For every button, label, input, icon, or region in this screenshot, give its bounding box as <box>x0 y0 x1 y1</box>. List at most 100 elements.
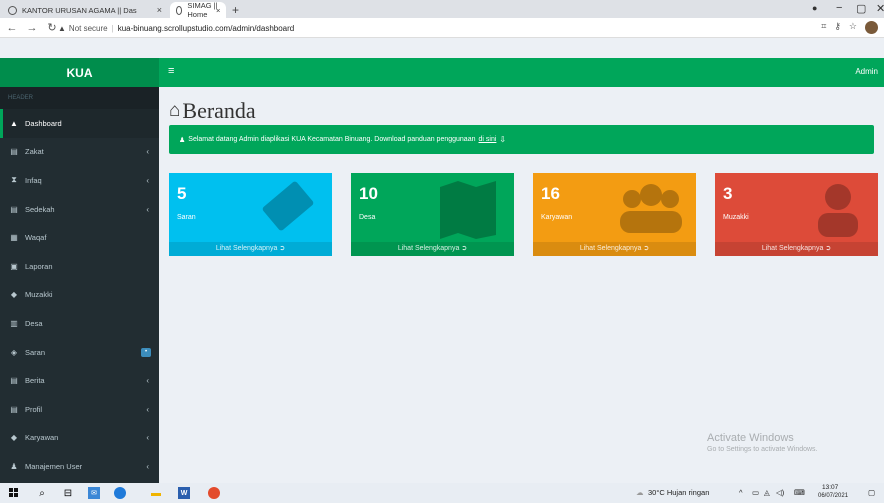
sidebar-item-zakat[interactable]: ▤ Zakat ‹ <box>0 138 159 167</box>
forward-icon[interactable]: → <box>24 22 40 34</box>
stat-label: Muzakki <box>723 214 749 221</box>
chevron-left-icon: ‹ <box>146 461 149 471</box>
sidebar-item-saran[interactable]: ◈ Saran • <box>0 338 159 367</box>
battery-icon[interactable]: ▭ <box>752 488 759 497</box>
page-title-text: Beranda <box>182 98 256 123</box>
new-tab-button[interactable]: + <box>232 3 239 17</box>
stat-box-karyawan: 16 Karyawan Lihat Selengkapnya ➲ <box>533 173 696 256</box>
star-icon[interactable]: ☆ <box>849 21 857 34</box>
map-icon: ▥ <box>10 318 18 328</box>
stat-number: 10 <box>359 184 378 203</box>
sidebar: HEADER ▲ Dashboard ▤ Zakat ‹ ⧗ Infaq ‹ ▤… <box>0 87 159 483</box>
maximize-button[interactable]: ▢ <box>856 2 866 15</box>
chrome-icon[interactable] <box>208 487 220 499</box>
stat-box-desa: 10 Desa Lihat Selengkapnya ➲ <box>351 173 514 256</box>
sidebar-item-desa[interactable]: ▥ Desa <box>0 309 159 338</box>
sidebar-item-label: Manajemen User <box>25 461 83 471</box>
sidebar-item-label: Sedekah <box>25 204 55 214</box>
more-info-link[interactable]: Lihat Selengkapnya ➲ <box>715 242 878 256</box>
weather-text[interactable]: 30°C Hujan ringan <box>648 488 709 497</box>
back-icon[interactable]: ← <box>4 22 20 34</box>
globe-icon <box>8 5 17 15</box>
profile-avatar[interactable] <box>865 21 878 34</box>
stat-box-muzakki: 3 Muzakki Lihat Selengkapnya ➲ <box>715 173 878 256</box>
windows-start-icon[interactable] <box>8 487 20 499</box>
more-info-link[interactable]: Lihat Selengkapnya ➲ <box>533 242 696 256</box>
tab-kua[interactable]: KANTOR URUSAN AGAMA || Das × <box>2 2 168 18</box>
watermark-title: Activate Windows <box>707 432 794 444</box>
edge-icon[interactable] <box>114 487 126 499</box>
sidebar-item-berita[interactable]: ▤ Berita ‹ <box>0 366 159 395</box>
sidebar-item-label: Muzakki <box>25 290 53 300</box>
image-icon: ▦ <box>10 233 18 243</box>
volume-icon[interactable]: ◁) <box>776 488 784 497</box>
menu-toggle-icon[interactable]: ≡ <box>168 65 174 77</box>
user-menu[interactable]: Admin <box>855 67 878 76</box>
close-tab-icon[interactable]: × <box>210 2 226 18</box>
extension-icon[interactable]: ● <box>812 3 817 13</box>
stat-label: Karyawan <box>541 214 573 221</box>
newspaper-icon: ▤ <box>10 376 18 386</box>
download-icon[interactable]: ⇩ <box>499 135 506 144</box>
hourglass-icon: ⧗ <box>11 175 17 185</box>
chevron-left-icon: ‹ <box>146 147 149 157</box>
keyboard-icon[interactable]: ⌨ <box>794 488 805 497</box>
sidebar-item-profil[interactable]: ▤ Profil ‹ <box>0 395 159 424</box>
sidebar-item-label: Berita <box>25 376 45 386</box>
windows-activation-watermark: Activate Windows Go to Settings to activ… <box>707 432 818 453</box>
user-icon: ♟ <box>179 136 186 144</box>
clock-time[interactable]: 13:07 <box>822 484 838 491</box>
brand-logo[interactable]: KUA <box>0 58 159 87</box>
search-icon[interactable]: ⌕ <box>36 487 48 499</box>
alert-text: Selamat datang Admin diaplikasi KUA Keca… <box>188 136 476 143</box>
qr-icon[interactable]: ⌗ <box>821 21 826 34</box>
notification-icon[interactable]: ▢ <box>868 488 875 497</box>
minimize-button[interactable]: − <box>836 2 842 14</box>
notification-badge: • <box>141 347 151 357</box>
more-info-link[interactable]: Lihat Selengkapnya ➲ <box>169 242 332 256</box>
user-icon: ♟ <box>10 461 18 471</box>
sidebar-item-label: Saran <box>25 347 46 357</box>
sidebar-item-label: Desa <box>25 318 43 328</box>
ticket-icon: ◈ <box>10 347 18 357</box>
network-icon[interactable]: ◬ <box>764 488 770 497</box>
sidebar-item-label: Zakat <box>25 147 44 157</box>
task-view-icon[interactable]: ⊟ <box>62 487 74 499</box>
user-icon <box>818 184 858 237</box>
sidebar-item-muzakki[interactable]: ◆ Muzakki <box>0 281 159 310</box>
close-tab-icon[interactable]: × <box>157 5 162 15</box>
close-window-button[interactable]: ✕ <box>876 2 884 15</box>
chevron-up-icon[interactable]: ^ <box>739 488 743 497</box>
key-icon[interactable]: ⚷ <box>834 21 841 34</box>
windows-taskbar: ⌕ ⊟ ✉ ▬ W ☁ 30°C Hujan ringan ^ ▭ ◬ ◁) ⌨… <box>0 483 884 503</box>
chevron-left-icon: ‹ <box>146 433 149 443</box>
browser-tab-bar: KANTOR URUSAN AGAMA || Das × SIMAG || Ho… <box>0 0 884 19</box>
sidebar-item-karyawan[interactable]: ◆ Karyawan ‹ <box>0 424 159 453</box>
sidebar-item-dashboard[interactable]: ▲ Dashboard <box>0 109 159 138</box>
more-info-link[interactable]: Lihat Selengkapnya ➲ <box>351 242 514 256</box>
chevron-left-icon: ‹ <box>146 376 149 386</box>
url-text[interactable]: kua-binuang.scrollupstudio.com/admin/das… <box>118 24 295 33</box>
chevron-left-icon: ‹ <box>146 404 149 414</box>
sidebar-item-label: Profil <box>25 404 43 414</box>
mail-icon[interactable]: ✉ <box>88 487 100 499</box>
globe-icon <box>176 5 183 15</box>
url-field[interactable]: ▲ Not secure | kua-binuang.scrollupstudi… <box>58 21 294 35</box>
download-link[interactable]: di sini <box>479 136 497 143</box>
map-icon <box>440 181 496 239</box>
clock-date[interactable]: 06/07/2021 <box>818 493 848 499</box>
address-bar: ← → ↻ ▲ Not secure | kua-binuang.scrollu… <box>0 18 884 38</box>
divider: | <box>111 23 114 33</box>
sidebar-item-sedekah[interactable]: ▤ Sedekah ‹ <box>0 195 159 224</box>
dashboard-icon: ▲ <box>10 118 18 128</box>
sidebar-item-manajemen-user[interactable]: ♟ Manajemen User ‹ <box>0 452 159 481</box>
security-label[interactable]: Not secure <box>69 24 108 33</box>
word-icon[interactable]: W <box>178 487 190 499</box>
sidebar-item-waqaf[interactable]: ▦ Waqaf <box>0 223 159 252</box>
welcome-alert: ♟ Selamat datang Admin diaplikasi KUA Ke… <box>169 125 874 154</box>
tab-title: KANTOR URUSAN AGAMA || Das <box>22 5 137 15</box>
weather-icon: ☁ <box>636 488 644 497</box>
sidebar-item-laporan[interactable]: ▣ Laporan <box>0 252 159 281</box>
file-explorer-icon[interactable]: ▬ <box>150 487 162 499</box>
sidebar-item-infaq[interactable]: ⧗ Infaq ‹ <box>0 166 159 195</box>
